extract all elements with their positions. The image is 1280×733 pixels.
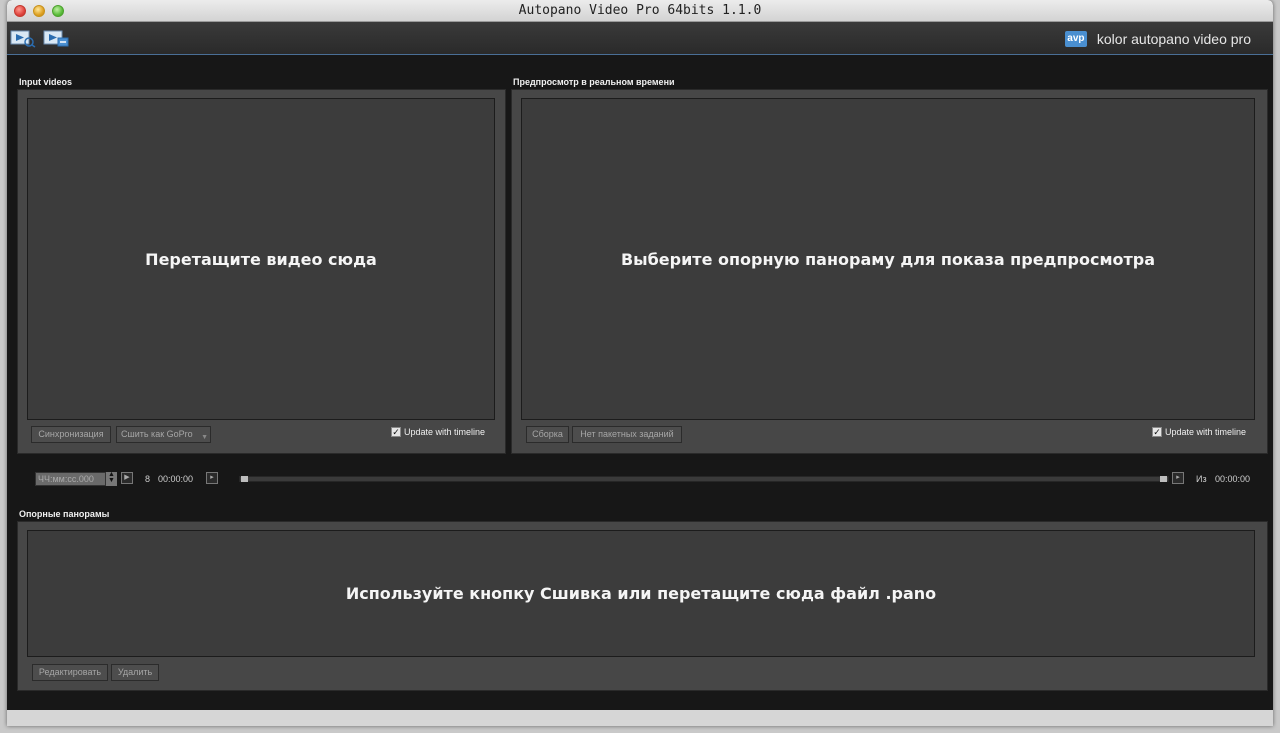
batch-jobs-button[interactable]: Нет пакетных заданий <box>572 426 682 443</box>
timeline-start-handle[interactable] <box>241 476 248 482</box>
input-update-with-timeline[interactable]: ✓ Update with timeline <box>391 427 485 437</box>
timeline-track[interactable] <box>239 476 1169 482</box>
mark-out-icon: ▸ <box>1176 474 1180 481</box>
frame-number: 8 <box>145 474 151 484</box>
preview-area: Выберите опорную панораму для показа пре… <box>521 98 1255 420</box>
window-bottom-edge <box>7 710 1273 726</box>
input-update-checkbox[interactable]: ✓ <box>391 427 401 437</box>
video-import-icon <box>10 30 36 48</box>
edit-button[interactable]: Редактировать <box>32 664 108 681</box>
reference-panoramas-title: Опорные панорамы <box>19 509 110 519</box>
reference-panoramas-dropzone[interactable]: Используйте кнопку Сшивка или перетащите… <box>27 530 1255 657</box>
preview-panel: Выберите опорную панораму для показа пре… <box>511 89 1268 454</box>
input-videos-panel: Перетащите видео сюда Синхронизация Сшит… <box>17 89 506 454</box>
play-icon: ▶ <box>124 474 130 481</box>
reference-panoramas-panel: Используйте кнопку Сшивка или перетащите… <box>17 521 1268 691</box>
brand-text: kolor autopano video pro <box>1096 31 1251 47</box>
reference-drop-text: Используйте кнопку Сшивка или перетащите… <box>345 584 937 603</box>
set-in-button[interactable]: ▸ <box>206 472 218 484</box>
video-import-button[interactable] <box>10 28 36 48</box>
minimize-window-button[interactable] <box>33 5 45 17</box>
stitch-gopro-label: Сшить как GoPro <box>121 429 193 439</box>
input-videos-drop-text: Перетащите видео сюда <box>145 249 377 269</box>
video-export-icon <box>43 30 69 47</box>
stitch-gopro-button[interactable]: Сшить как GoPro ▼ <box>116 426 211 443</box>
stepper-down-icon: ▼ <box>108 477 115 484</box>
mark-in-icon: ▸ <box>210 474 214 481</box>
timeline-end-handle[interactable] <box>1160 476 1167 482</box>
preview-update-label: Update with timeline <box>1165 427 1247 437</box>
video-export-button[interactable] <box>43 28 69 48</box>
sync-button[interactable]: Синхронизация <box>31 426 111 443</box>
input-videos-title: Input videos <box>19 77 73 87</box>
input-update-label: Update with timeline <box>404 427 486 437</box>
preview-hint-text: Выберите опорную панораму для показа пре… <box>620 249 1156 269</box>
set-out-button[interactable]: ▸ <box>1172 472 1184 484</box>
build-button[interactable]: Сборка <box>526 426 569 443</box>
out-label: Из <box>1196 474 1207 484</box>
preview-update-checkbox[interactable]: ✓ <box>1152 427 1162 437</box>
app-window: Autopano Video Pro 64bits 1.1.0 avp kolo… <box>7 0 1273 726</box>
preview-title: Предпросмотр в реальном времени <box>513 77 675 87</box>
current-time: 00:00:00 <box>158 474 194 484</box>
play-button[interactable]: ▶ <box>121 472 133 484</box>
toolbar: avp kolor autopano video pro <box>7 22 1273 55</box>
brand: avp kolor autopano video pro <box>1064 31 1251 47</box>
window-title: Autopano Video Pro 64bits 1.1.0 <box>518 3 762 18</box>
time-stepper[interactable]: ▲ ▼ <box>105 471 117 486</box>
delete-button[interactable]: Удалить <box>111 664 159 681</box>
input-videos-dropzone[interactable]: Перетащите видео сюда <box>27 98 495 420</box>
avp-logo: avp <box>1064 31 1087 47</box>
close-window-button[interactable] <box>14 5 26 17</box>
zoom-window-button[interactable] <box>52 5 64 17</box>
preview-update-with-timeline[interactable]: ✓ Update with timeline <box>1152 427 1246 437</box>
title-bar: Autopano Video Pro 64bits 1.1.0 <box>7 0 1273 22</box>
dropdown-arrow-icon: ▼ <box>201 434 208 441</box>
end-time: 00:00:00 <box>1215 474 1251 484</box>
